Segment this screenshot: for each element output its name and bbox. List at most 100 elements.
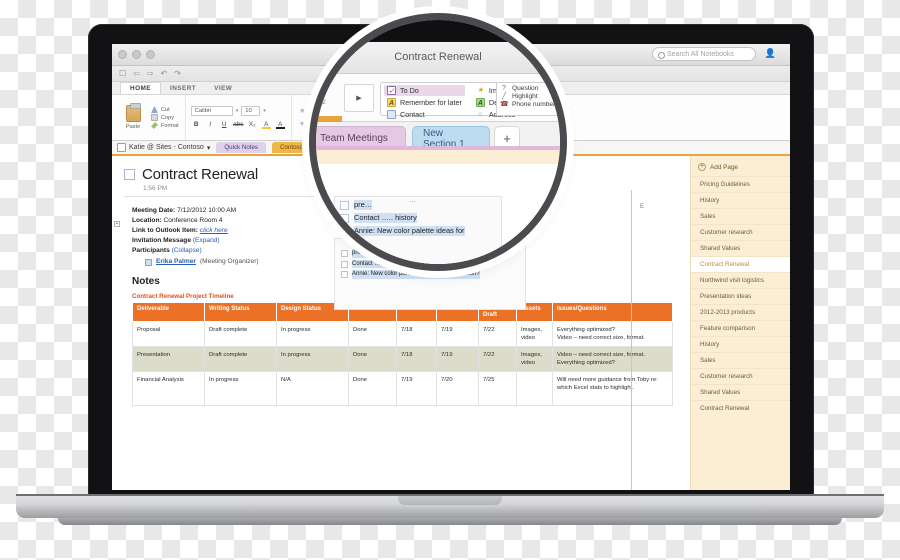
align-button[interactable]: ≡ (297, 119, 308, 129)
notebook-icon-small (117, 143, 126, 152)
page-title-checkbox[interactable] (124, 169, 135, 180)
lens-menu-phone[interactable]: ☎ Phone number (500, 100, 560, 109)
font-color-button[interactable]: A (275, 119, 286, 129)
scissors-icon (151, 106, 158, 113)
outlook-click-here-link[interactable]: click here (200, 227, 228, 234)
laptop-base-foot (58, 518, 842, 525)
lens-tag-to-do[interactable]: ✓ To Do (384, 85, 465, 96)
back-icon[interactable]: ⇦ (133, 69, 140, 78)
lens-menu-question[interactable]: ? Question (500, 85, 560, 92)
table-row[interactable]: Presentation Draft complete In progress … (132, 346, 673, 372)
note-text: Annie: New color palette ideas for prese… (352, 270, 480, 279)
page-list-item-history-2[interactable]: History (691, 336, 790, 352)
underline-button[interactable]: U (219, 119, 230, 129)
meeting-date-value: 7/12/2012 10:00 AM (177, 207, 237, 214)
cell-deliverable: Proposal (132, 321, 205, 347)
expand-collapse-icon[interactable]: + (114, 221, 120, 227)
table-row[interactable]: Financial Analysis In progress N/A Done … (132, 371, 673, 406)
cell-design: In progress (276, 346, 349, 372)
bold-button[interactable]: B (191, 119, 202, 129)
section-tab-contoso[interactable]: Contoso (272, 142, 312, 153)
tab-home[interactable]: HOME (120, 82, 161, 94)
tab-view[interactable]: VIEW (205, 83, 241, 94)
lens-gallery-scroll-button[interactable]: ▶ (344, 84, 374, 112)
note-checkbox-icon[interactable] (341, 271, 348, 278)
copy-button[interactable]: Copy (151, 114, 179, 121)
paste-button[interactable]: Paste (118, 103, 148, 130)
page-list-item-history-1[interactable]: History (691, 192, 790, 208)
note-checkbox-icon[interactable] (340, 227, 349, 236)
lens-tag-remember[interactable]: A Remember for later (384, 97, 465, 108)
page-list-item-shared-values-2[interactable]: Shared Values (691, 384, 790, 400)
redo-icon[interactable]: ↷ (174, 69, 181, 78)
page-list-item-pricing-guidelines[interactable]: Pricing Guidelines (691, 176, 790, 192)
page-list-item-contract-renewal-active[interactable]: Contract Renewal (691, 256, 790, 272)
bullet-list-button[interactable]: ≡ (297, 106, 308, 116)
italic-button[interactable]: I (205, 119, 216, 129)
page-list-item-presentation-ideas[interactable]: Presentation ideas (691, 288, 790, 304)
table-row[interactable]: Proposal Draft complete In progress Done… (132, 321, 673, 347)
outlook-link-label: Link to Outlook Item: (132, 227, 198, 234)
participants-collapse-link[interactable]: (Collapse) (172, 247, 202, 254)
add-person-icon[interactable]: 👤 (765, 48, 776, 59)
cell-feedback2: 7/19 (436, 346, 479, 372)
section-tab-quick-notes[interactable]: Quick Notes (216, 142, 267, 153)
note-item[interactable]: Annie: New color palette ideas for prese… (341, 270, 519, 279)
search-input[interactable]: Search All Notebooks (652, 47, 756, 61)
note-checkbox-icon[interactable] (340, 214, 349, 223)
undo-icon[interactable]: ↶ (161, 69, 168, 78)
cell-assets: Images, video (516, 321, 553, 347)
page-list-item-customer-research-2[interactable]: Customer research (691, 368, 790, 384)
notebook-icon[interactable]: ☐ (119, 69, 126, 78)
cell-feedback2: 7/19 (436, 321, 479, 347)
checkbox-icon: ✓ (387, 86, 396, 95)
lens-window-title: Contract Renewal (394, 51, 482, 63)
page-list-item-customer-research-1[interactable]: Customer research (691, 224, 790, 240)
strikethrough-button[interactable]: abc (233, 119, 244, 129)
page-column-divider[interactable] (630, 190, 632, 490)
column-marker-label: E (639, 204, 644, 210)
participant-name-link[interactable]: Erika Palmer (156, 257, 196, 267)
forward-icon[interactable]: ⇨ (147, 69, 154, 78)
meeting-date-label: Meeting Date: (132, 207, 176, 214)
lens-note-item[interactable]: pre… (335, 200, 501, 210)
cut-button[interactable]: Cut (151, 106, 179, 113)
tab-insert[interactable]: INSERT (161, 83, 205, 94)
paste-icon (125, 103, 141, 122)
participants-label: Participants (132, 247, 170, 254)
page-list-item-contract-renewal-2[interactable]: Contract Renewal (691, 400, 790, 416)
lens-note-item[interactable]: Contact ….. history (335, 213, 501, 223)
page-list-item-sales-2[interactable]: Sales (691, 352, 790, 368)
lens-menu-highlight[interactable]: ╱ Highlight (500, 92, 560, 101)
font-size-select[interactable]: 10 (241, 106, 261, 116)
page-list-item-northwind-visit[interactable]: Northwind visit logistics (691, 272, 790, 288)
lens-tags-menu[interactable]: ? Question ╱ Highlight ☎ Phone number (496, 82, 560, 116)
notebook-selector[interactable]: Katie @ Sites - Contoso ▾ (117, 143, 210, 152)
lens-note-text: pre… (354, 200, 373, 210)
lens-titlebar: Contract Renewal (316, 42, 560, 74)
phone-icon: ☎ (500, 101, 509, 108)
page-title[interactable]: Contract Renewal (142, 166, 258, 183)
cell-assets: Images, video (516, 346, 553, 372)
page-list-item-sales-1[interactable]: Sales (691, 208, 790, 224)
page-list-item-products[interactable]: 2012-2013 products (691, 304, 790, 320)
cell-assets (516, 371, 553, 406)
lens-note-drag-handle[interactable]: ⋯ (409, 198, 418, 206)
lens-note-item[interactable]: Annie: New color palette ideas for (335, 226, 501, 236)
font-family-select[interactable]: Calibri (190, 106, 233, 116)
chevron-down-icon-size[interactable]: ▾ (263, 108, 266, 114)
add-page-button[interactable]: + Add Page (691, 161, 790, 176)
highlight-color-button[interactable]: A (261, 119, 272, 129)
copy-icon (151, 114, 158, 121)
chevron-down-icon-notebook[interactable]: ▾ (207, 144, 211, 152)
lens-tag-contact[interactable]: Contact (384, 109, 465, 120)
page-list-item-shared-values-1[interactable]: Shared Values (691, 240, 790, 256)
invitation-expand-link[interactable]: (Expand) (193, 237, 220, 244)
cell-issues: Everything optimized? Video – need corre… (552, 321, 673, 347)
format-painter-button[interactable]: Format (151, 122, 179, 129)
note-checkbox-icon[interactable] (340, 201, 349, 210)
subscript-button[interactable]: X₂ (247, 119, 258, 129)
chevron-down-icon[interactable]: ▾ (236, 108, 239, 114)
lens-floating-note[interactable]: ⋯ pre… Contact ….. history Annie: New co… (334, 196, 502, 264)
page-list-item-feature-comparison[interactable]: Feature comparison (691, 320, 790, 336)
